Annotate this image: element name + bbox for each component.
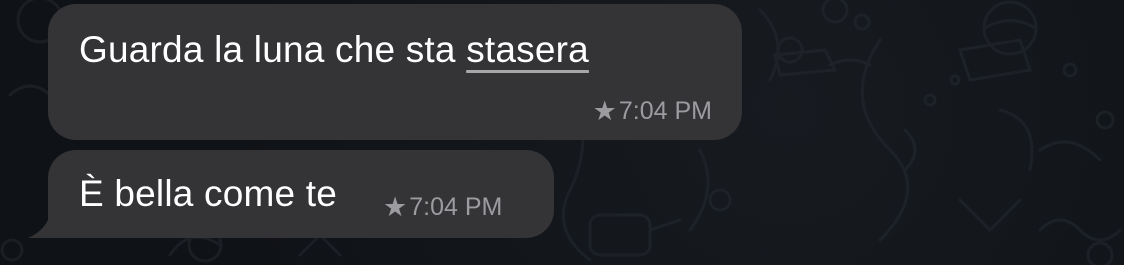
message-text-part: Guarda la luna che sta <box>79 29 467 70</box>
message-bubble[interactable]: È bella come te ★ 7:04 PM <box>48 150 554 238</box>
message-bubble[interactable]: Guarda la luna che sta stasera ★ 7:04 PM <box>48 4 742 140</box>
star-icon: ★ <box>383 192 408 222</box>
message-text: Guarda la luna che sta stasera <box>79 28 589 72</box>
message-meta: ★ 7:04 PM <box>593 97 712 125</box>
message-meta: ★ 7:04 PM <box>383 193 502 221</box>
message-time: 7:04 PM <box>409 193 503 221</box>
message-link-text[interactable]: stasera <box>466 29 589 70</box>
star-icon: ★ <box>592 96 617 126</box>
message-text: È bella come te <box>79 173 338 214</box>
message-time: 7:04 PM <box>618 97 712 125</box>
